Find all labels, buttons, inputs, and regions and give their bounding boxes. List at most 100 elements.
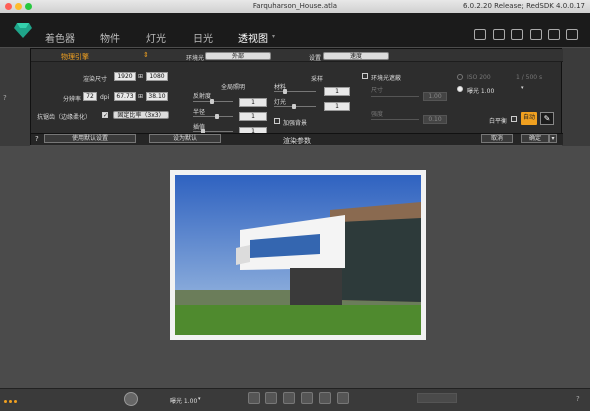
glass-wall xyxy=(340,218,421,302)
dpi-field[interactable]: 72 xyxy=(83,92,97,101)
radius-field[interactable]: 1 xyxy=(239,112,267,121)
left-help-icon[interactable]: ? xyxy=(3,94,7,102)
bottom-toolbar: 曝光 1.00 ▾ xyxy=(0,388,590,411)
tab-lights[interactable]: 灯光 xyxy=(146,30,166,45)
light-slider-knob[interactable] xyxy=(292,104,296,109)
house-end xyxy=(236,245,250,265)
dim-width-field[interactable]: 67.73 xyxy=(114,92,136,101)
version-text: 6.0.2.20 Release; RedSDK 4.0.0.17 xyxy=(463,2,585,10)
render-params-label: 渲染参数 xyxy=(283,137,311,145)
global-light-label: 全局照明 xyxy=(221,84,246,91)
aperture-icon[interactable] xyxy=(124,392,138,406)
right-strip xyxy=(562,48,590,146)
resolution-label: 分辨率 xyxy=(63,96,82,103)
exposure-dropdown-icon[interactable]: ▾ xyxy=(521,85,524,91)
tab-shaders[interactable]: 着色器 xyxy=(45,30,75,45)
light-field[interactable]: 1 xyxy=(324,102,350,111)
material-slider-knob[interactable] xyxy=(283,89,287,94)
tab-sun[interactable]: 日光 xyxy=(193,30,213,45)
ok-dropdown-icon[interactable]: ▾ xyxy=(549,134,557,143)
aa-checkbox[interactable]: ✓ xyxy=(102,112,108,119)
dim-link-icon[interactable]: ⊞ xyxy=(138,93,143,100)
ok-button[interactable]: 确定 xyxy=(521,134,549,143)
fit-icon[interactable] xyxy=(301,392,313,404)
ao-size-label: 尺寸 xyxy=(371,87,384,94)
bottom-exposure-label: 曝光 1.00 xyxy=(170,398,198,405)
bounce-slider-knob[interactable] xyxy=(210,99,214,104)
move-icon[interactable] xyxy=(283,392,295,404)
bounce-field[interactable]: 1 xyxy=(239,98,267,107)
white-balance-label: 白平衡 xyxy=(489,118,508,125)
radius-slider[interactable] xyxy=(193,116,233,117)
height-field[interactable]: 1080 xyxy=(146,72,168,81)
aa-label: 抗锯齿（边缘柔化） xyxy=(37,114,92,121)
radius-label: 半径 xyxy=(193,109,206,116)
camera-icon[interactable] xyxy=(530,29,542,40)
title-bar: Farquharson_House.atla 6.0.2.20 Release;… xyxy=(0,0,590,13)
house-lower-volume xyxy=(290,268,342,305)
tab-perspective[interactable]: 透视图 xyxy=(238,30,268,45)
material-field[interactable]: 1 xyxy=(324,87,350,96)
radius-slider-knob[interactable] xyxy=(215,114,219,119)
cancel-button[interactable]: 取消 xyxy=(481,134,513,143)
link-icon[interactable]: ⊞ xyxy=(138,73,143,80)
exposure-radio[interactable] xyxy=(457,86,463,92)
cart-icon[interactable] xyxy=(474,29,486,40)
import-export-icon[interactable] xyxy=(493,29,505,40)
crop-icon[interactable] xyxy=(548,29,560,40)
engine-select-icon[interactable]: ⇕ xyxy=(143,51,149,59)
ao-size-field[interactable]: 1.00 xyxy=(423,92,447,101)
shutter-label: 1 / 500 s xyxy=(516,74,543,81)
iso-label: ISO 200 xyxy=(467,74,491,81)
env-select[interactable]: 外部 xyxy=(205,52,271,60)
tab-objects[interactable]: 物件 xyxy=(100,30,120,45)
bottom-progress-field xyxy=(417,393,457,403)
iso-radio[interactable] xyxy=(457,74,463,80)
enhance-bg-checkbox[interactable] xyxy=(274,118,280,124)
width-field[interactable]: 1920 xyxy=(114,72,136,81)
pan-icon[interactable] xyxy=(248,392,260,404)
ao-checkbox[interactable] xyxy=(362,73,368,79)
engine-label: 物理引擎 xyxy=(61,53,89,61)
eyedropper-icon[interactable]: ✎ xyxy=(540,112,554,125)
dpi-unit: dpi xyxy=(100,94,110,101)
ao-strength-field[interactable]: 0.10 xyxy=(423,115,447,124)
more-dots-icon[interactable] xyxy=(4,397,22,403)
ao-size-slider[interactable] xyxy=(371,96,419,97)
auto-button[interactable]: 自动 xyxy=(521,112,537,125)
render-preview[interactable] xyxy=(170,170,426,340)
ratio-select[interactable]: 固定比率（3x3） xyxy=(113,111,169,119)
white-balance-checkbox[interactable] xyxy=(511,116,517,122)
render-settings-panel: 物理引擎 ⇕ 环境光 外部 设置 速度 渲染尺寸 1920 ⊞ 1080 分辨率… xyxy=(30,48,563,145)
env-label: 环境光 xyxy=(186,55,205,62)
use-default-button[interactable]: 使用默认设置 xyxy=(44,134,136,143)
gem-logo-icon xyxy=(14,23,32,38)
ao-strength-slider[interactable] xyxy=(371,119,419,120)
light-label: 灯光 xyxy=(274,99,287,106)
globe-icon[interactable] xyxy=(337,392,349,404)
tab-dropdown-icon[interactable]: ▾ xyxy=(272,33,275,40)
render-image xyxy=(175,175,421,335)
ao-strength-label: 强度 xyxy=(371,111,384,118)
windows-icon[interactable] xyxy=(511,29,523,40)
dim-height-field[interactable]: 38.10 xyxy=(146,92,168,101)
settings-select[interactable]: 速度 xyxy=(323,52,389,60)
bottom-exposure-dropdown-icon[interactable]: ▾ xyxy=(198,396,201,402)
render-size-label: 渲染尺寸 xyxy=(83,76,108,83)
zoom-icon[interactable] xyxy=(265,392,277,404)
material-slider[interactable] xyxy=(274,91,316,92)
sample-label: 采样 xyxy=(311,76,324,83)
enhance-bg-label: 加强背景 xyxy=(283,120,308,127)
set-default-button[interactable]: 设为默认 xyxy=(149,134,221,143)
help-icon[interactable]: ? xyxy=(35,135,39,143)
panel-header xyxy=(31,49,563,62)
bottom-help-icon[interactable]: ? xyxy=(576,395,580,403)
ao-label: 环境光遮蔽 xyxy=(371,75,402,82)
exposure-label: 曝光 1.00 xyxy=(467,88,495,95)
rotate-icon[interactable] xyxy=(319,392,331,404)
left-strip: ? xyxy=(0,48,30,146)
bounce-label: 反射度 xyxy=(193,93,212,100)
lawn xyxy=(175,305,421,335)
terminal-icon[interactable] xyxy=(566,29,578,40)
sampling-slider[interactable] xyxy=(193,131,233,132)
